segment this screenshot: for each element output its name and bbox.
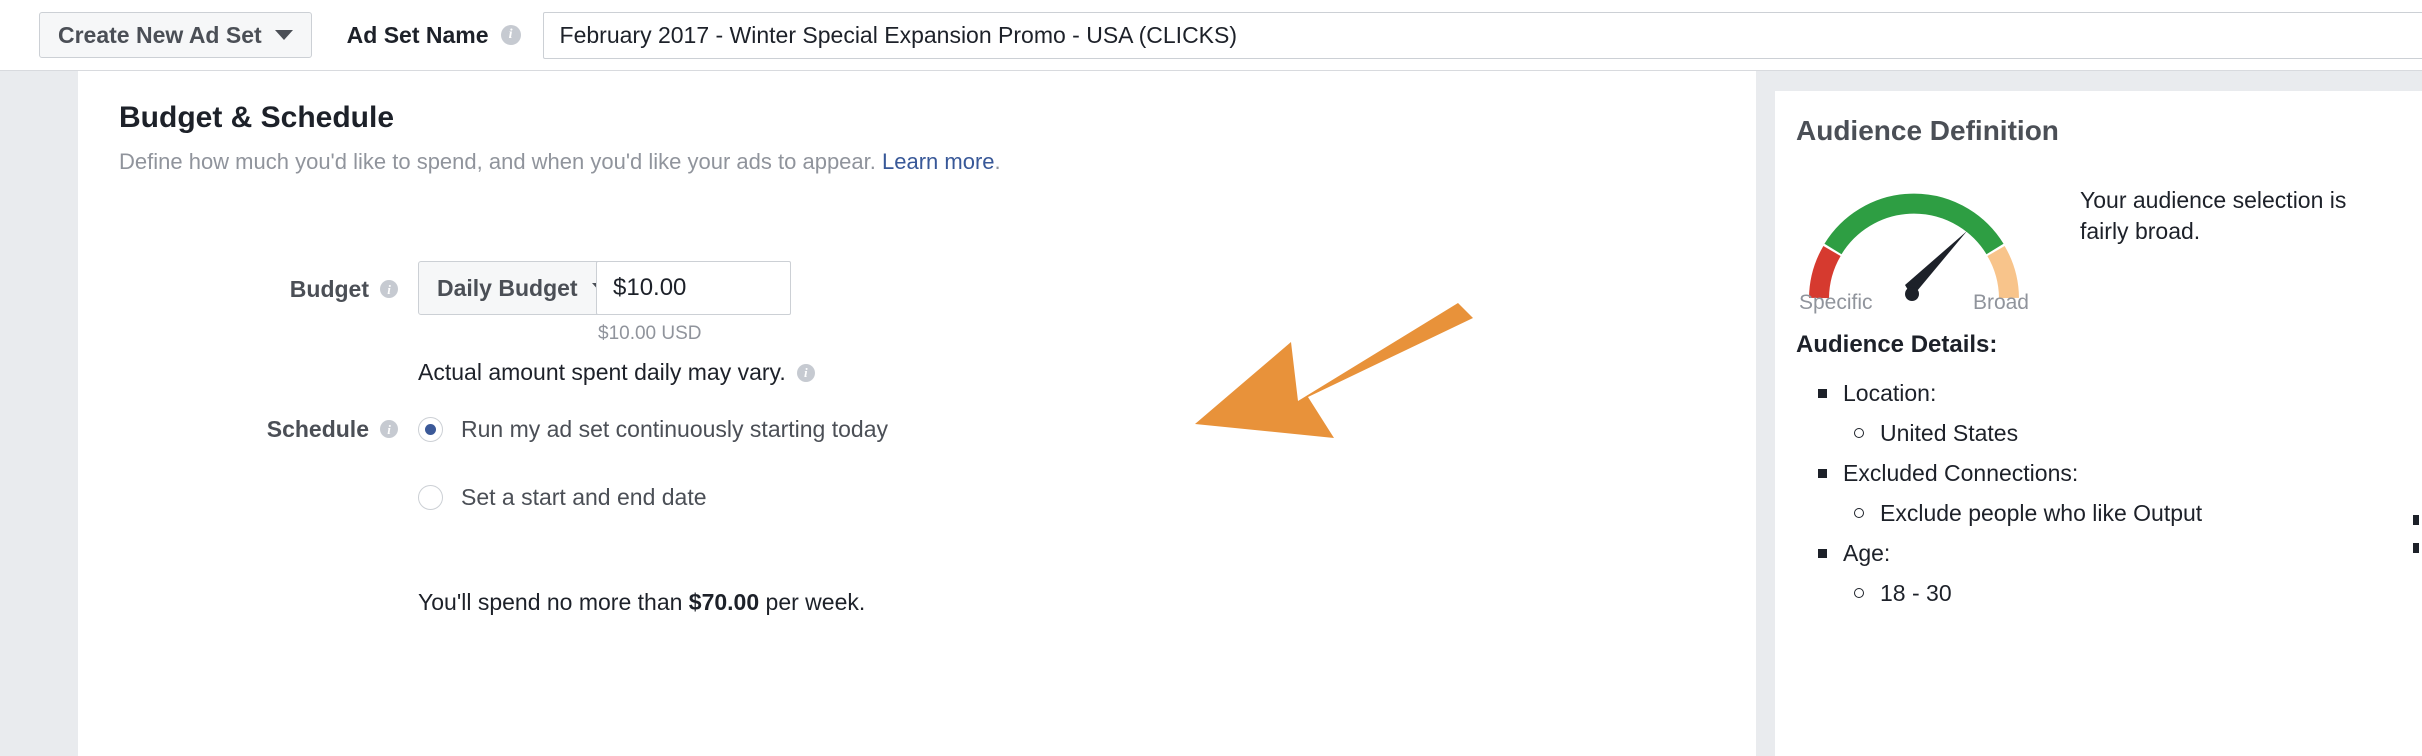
bullet-circle-icon xyxy=(1854,588,1864,598)
audience-detail-excluded-connections-label: Excluded Connections: xyxy=(1796,453,2416,493)
audience-details-title: Audience Details: xyxy=(1796,331,1998,358)
list-item: Age: 18 - 30 xyxy=(1796,533,2416,613)
budget-type-value: Daily Budget xyxy=(437,274,578,301)
budget-schedule-panel: Budget & Schedule Define how much you'd … xyxy=(78,71,1756,756)
info-icon[interactable]: i xyxy=(380,280,398,298)
radio-button-unselected-icon[interactable] xyxy=(418,484,443,510)
audience-gauge-scale: Specific Broad xyxy=(1789,291,2039,315)
budget-label-text: Budget xyxy=(289,275,369,302)
page-title: Budget & Schedule xyxy=(119,101,395,134)
audience-detail-excluded-connections-value: Exclude people who like Output xyxy=(1796,493,2416,533)
clipped-edge-mark xyxy=(2413,515,2419,525)
audience-detail-age-label: Age: xyxy=(1796,533,2416,573)
ad-set-name-input[interactable]: February 2017 - Winter Special Expansion… xyxy=(542,11,2422,59)
chevron-down-icon xyxy=(274,30,293,40)
section-description: Define how much you'd like to spend, and… xyxy=(119,149,1001,175)
bullet-square-icon xyxy=(1818,388,1827,398)
radio-button-selected-icon[interactable] xyxy=(418,416,443,442)
detail-value-text: 18 - 30 xyxy=(1880,579,1952,606)
schedule-option-continuous-label: Run my ad set continuously starting toda… xyxy=(461,415,889,442)
gauge-label-broad: Broad xyxy=(1972,291,2029,314)
bullet-square-icon xyxy=(1818,548,1827,558)
actual-amount-note-text: Actual amount spent daily may vary. xyxy=(418,359,786,385)
budget-row: Budget i Daily Budget $10.00 $10.00 USD xyxy=(78,261,1756,344)
ad-set-name-label: Ad Set Name xyxy=(346,21,489,48)
info-icon[interactable]: i xyxy=(796,363,815,382)
top-toolbar: Create New Ad Set Ad Set Name i February… xyxy=(0,0,2422,71)
create-new-ad-set-button[interactable]: Create New Ad Set xyxy=(39,12,312,58)
section-description-period: . xyxy=(994,149,1001,174)
list-item: Excluded Connections: Exclude people who… xyxy=(1796,453,2416,533)
spend-summary: You'll spend no more than $70.00 per wee… xyxy=(418,589,865,616)
audience-detail-age-value: 18 - 30 xyxy=(1796,573,2416,613)
spend-summary-amount: $70.00 xyxy=(688,589,760,615)
info-icon[interactable]: i xyxy=(380,420,398,438)
audience-detail-location-value: United States xyxy=(1796,413,2416,453)
bullet-circle-icon xyxy=(1854,508,1864,518)
budget-amount-input[interactable]: $10.00 xyxy=(596,261,791,315)
info-icon[interactable]: i xyxy=(500,25,521,45)
schedule-field-label: Schedule i xyxy=(78,401,398,457)
budget-currency-helper: $10.00 USD xyxy=(598,323,702,344)
spend-summary-suffix: per week. xyxy=(759,589,866,615)
actual-amount-note: Actual amount spent daily may vary. i xyxy=(418,359,815,386)
list-item: Location: United States xyxy=(1796,373,2416,453)
audience-definition-title: Audience Definition xyxy=(1796,115,2059,146)
clipped-edge-mark xyxy=(2413,543,2419,553)
content-area: Budget & Schedule Define how much you'd … xyxy=(0,71,2422,756)
audience-verdict-text: Your audience selection is fairly broad. xyxy=(2080,187,2347,244)
audience-definition-panel: Audience Definition Specific Broad Your … xyxy=(1775,91,2422,756)
schedule-option-continuous[interactable]: Run my ad set continuously starting toda… xyxy=(418,401,888,457)
schedule-radio-group: Run my ad set continuously starting toda… xyxy=(418,401,888,525)
detail-value-text: United States xyxy=(1880,419,2019,446)
section-description-text: Define how much you'd like to spend, and… xyxy=(119,149,882,174)
budget-field-label: Budget i xyxy=(78,261,398,317)
spend-summary-prefix: You'll spend no more than xyxy=(418,589,689,615)
schedule-option-start-end-date[interactable]: Set a start and end date xyxy=(418,469,888,525)
detail-value-text: Exclude people who like Output xyxy=(1880,499,2203,526)
schedule-label-text: Schedule xyxy=(266,415,369,442)
detail-label-text: Excluded Connections: xyxy=(1843,459,2079,486)
audience-detail-location-label: Location: xyxy=(1796,373,2416,413)
detail-label-text: Age: xyxy=(1843,539,1891,566)
detail-label-text: Location: xyxy=(1843,379,1937,406)
audience-details-list: Location: United States Excluded Connect… xyxy=(1796,373,2416,613)
gauge-label-specific: Specific xyxy=(1799,291,1873,314)
create-new-ad-set-label: Create New Ad Set xyxy=(58,21,262,48)
bullet-square-icon xyxy=(1818,468,1827,478)
bullet-circle-icon xyxy=(1854,428,1864,438)
learn-more-link[interactable]: Learn more xyxy=(882,149,995,174)
schedule-option-start-end-date-label: Set a start and end date xyxy=(461,483,707,510)
